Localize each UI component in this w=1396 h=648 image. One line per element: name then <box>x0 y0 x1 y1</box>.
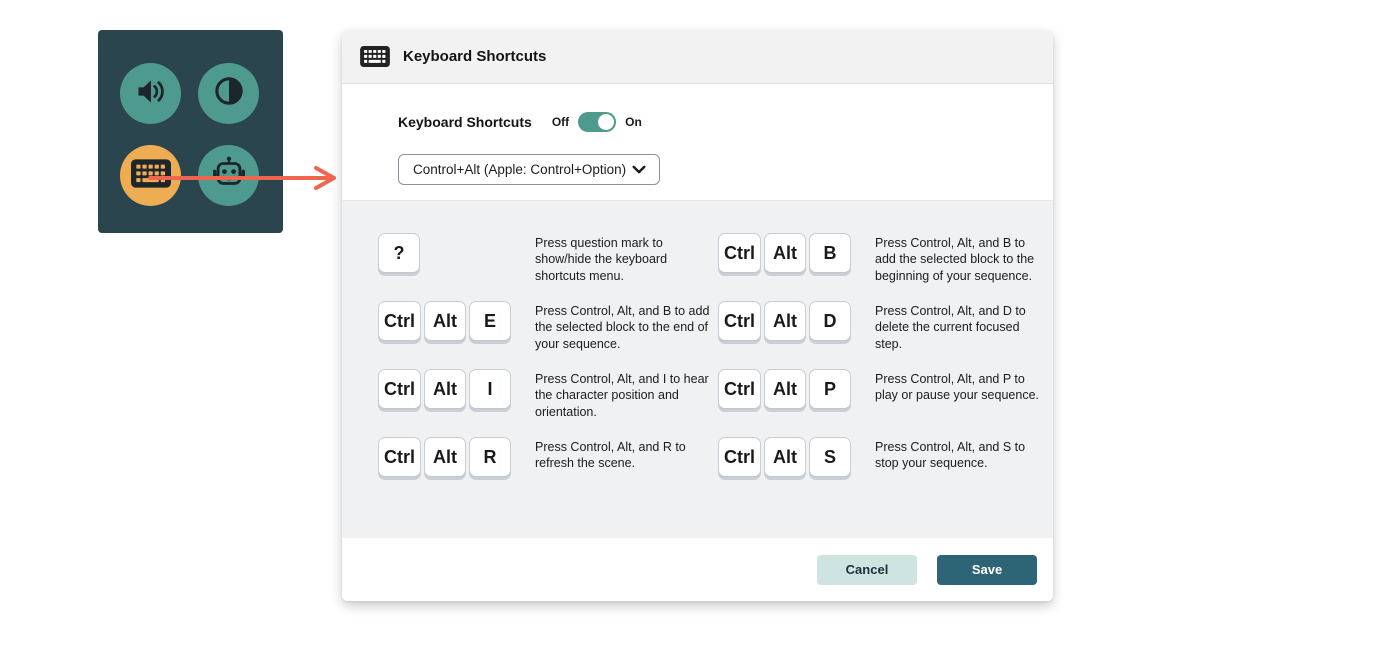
dialog-controls: Keyboard Shortcuts Off On Control+Alt (A… <box>342 84 1053 200</box>
dialog-title: Keyboard Shortcuts <box>403 48 546 65</box>
key-group: Ctrl Alt P <box>718 369 875 409</box>
shortcut-description: Press Control, Alt, and B to add the sel… <box>535 301 711 352</box>
keyboard-icon <box>131 159 171 193</box>
keycap: Ctrl <box>378 369 421 409</box>
robot-icon <box>210 154 248 197</box>
contrast-icon <box>211 73 247 114</box>
shortcut-list-section: ? Press question mark to show/hide the k… <box>342 200 1053 538</box>
keycap: I <box>469 369 511 409</box>
keycap: Alt <box>764 369 806 409</box>
cancel-button[interactable]: Cancel <box>817 555 917 585</box>
keycap: Ctrl <box>718 233 761 273</box>
shortcut-description: Press Control, Alt, and I to hear the ch… <box>535 369 711 420</box>
toggle-on-label: On <box>625 115 642 129</box>
shortcut-description: Press Control, Alt, and D to delete the … <box>875 301 1043 352</box>
dropdown-selected-value: Control+Alt (Apple: Control+Option) <box>413 162 626 177</box>
keycap: Ctrl <box>378 301 421 341</box>
keycap: Alt <box>424 369 466 409</box>
keycap: B <box>809 233 851 273</box>
shortcut-item: Ctrl Alt I Press Control, Alt, and I to … <box>378 369 718 437</box>
key-group: Ctrl Alt R <box>378 437 535 477</box>
keycap: Alt <box>424 437 466 477</box>
key-group: Ctrl Alt I <box>378 369 535 409</box>
save-button[interactable]: Save <box>937 555 1037 585</box>
keyboard-icon <box>360 46 390 67</box>
toggle-row: Keyboard Shortcuts Off On <box>398 112 1053 132</box>
keycap: R <box>469 437 511 477</box>
shortcut-item: Ctrl Alt D Press Control, Alt, and D to … <box>718 301 1043 369</box>
shortcut-item: Ctrl Alt E Press Control, Alt, and B to … <box>378 301 718 369</box>
robot-button[interactable] <box>198 145 259 206</box>
shortcut-description: Press question mark to show/hide the key… <box>535 233 711 284</box>
keycap: E <box>469 301 511 341</box>
keycap: Alt <box>764 437 806 477</box>
keycap: Alt <box>424 301 466 341</box>
keycap: Ctrl <box>718 369 761 409</box>
key-group: Ctrl Alt S <box>718 437 875 477</box>
shortcut-item: Ctrl Alt B Press Control, Alt, and B to … <box>718 233 1043 301</box>
keycap: Ctrl <box>718 301 761 341</box>
audio-button[interactable] <box>120 63 181 124</box>
speaker-icon <box>132 73 169 115</box>
toggle-off-label: Off <box>552 115 569 129</box>
shortcut-description: Press Control, Alt, and R to refresh the… <box>535 437 711 472</box>
keycap: P <box>809 369 851 409</box>
key-group: Ctrl Alt E <box>378 301 535 341</box>
keyboard-shortcuts-button[interactable] <box>120 145 181 206</box>
keycap: ? <box>378 233 420 273</box>
keycap: S <box>809 437 851 477</box>
settings-panel <box>98 30 283 233</box>
shortcut-description: Press Control, Alt, and S to stop your s… <box>875 437 1043 472</box>
keycap: Ctrl <box>718 437 761 477</box>
contrast-button[interactable] <box>198 63 259 124</box>
key-group: ? <box>378 233 535 273</box>
keycap: D <box>809 301 851 341</box>
dialog-header: Keyboard Shortcuts <box>342 30 1053 84</box>
shortcut-grid: ? Press question mark to show/hide the k… <box>342 201 1053 505</box>
keyboard-shortcuts-dialog: Keyboard Shortcuts Keyboard Shortcuts Of… <box>342 30 1053 601</box>
key-group: Ctrl Alt B <box>718 233 875 273</box>
toggle-knob <box>598 114 614 130</box>
dialog-footer: Cancel Save <box>342 538 1053 601</box>
keycap: Alt <box>764 233 806 273</box>
shortcut-item: Ctrl Alt P Press Control, Alt, and P to … <box>718 369 1043 437</box>
shortcut-item: Ctrl Alt R Press Control, Alt, and R to … <box>378 437 718 505</box>
screen: Keyboard Shortcuts Keyboard Shortcuts Of… <box>0 0 1396 648</box>
keycap: Ctrl <box>378 437 421 477</box>
shortcut-item: ? Press question mark to show/hide the k… <box>378 233 718 301</box>
shortcut-description: Press Control, Alt, and B to add the sel… <box>875 233 1043 284</box>
shortcut-item: Ctrl Alt S Press Control, Alt, and S to … <box>718 437 1043 505</box>
keyboard-shortcuts-toggle[interactable] <box>578 112 616 132</box>
shortcut-description: Press Control, Alt, and P to play or pau… <box>875 369 1043 404</box>
toggle-label: Keyboard Shortcuts <box>398 114 532 130</box>
keycap: Alt <box>764 301 806 341</box>
key-group: Ctrl Alt D <box>718 301 875 341</box>
chevron-down-icon <box>632 165 646 174</box>
modifier-key-dropdown[interactable]: Control+Alt (Apple: Control+Option) <box>398 154 660 185</box>
